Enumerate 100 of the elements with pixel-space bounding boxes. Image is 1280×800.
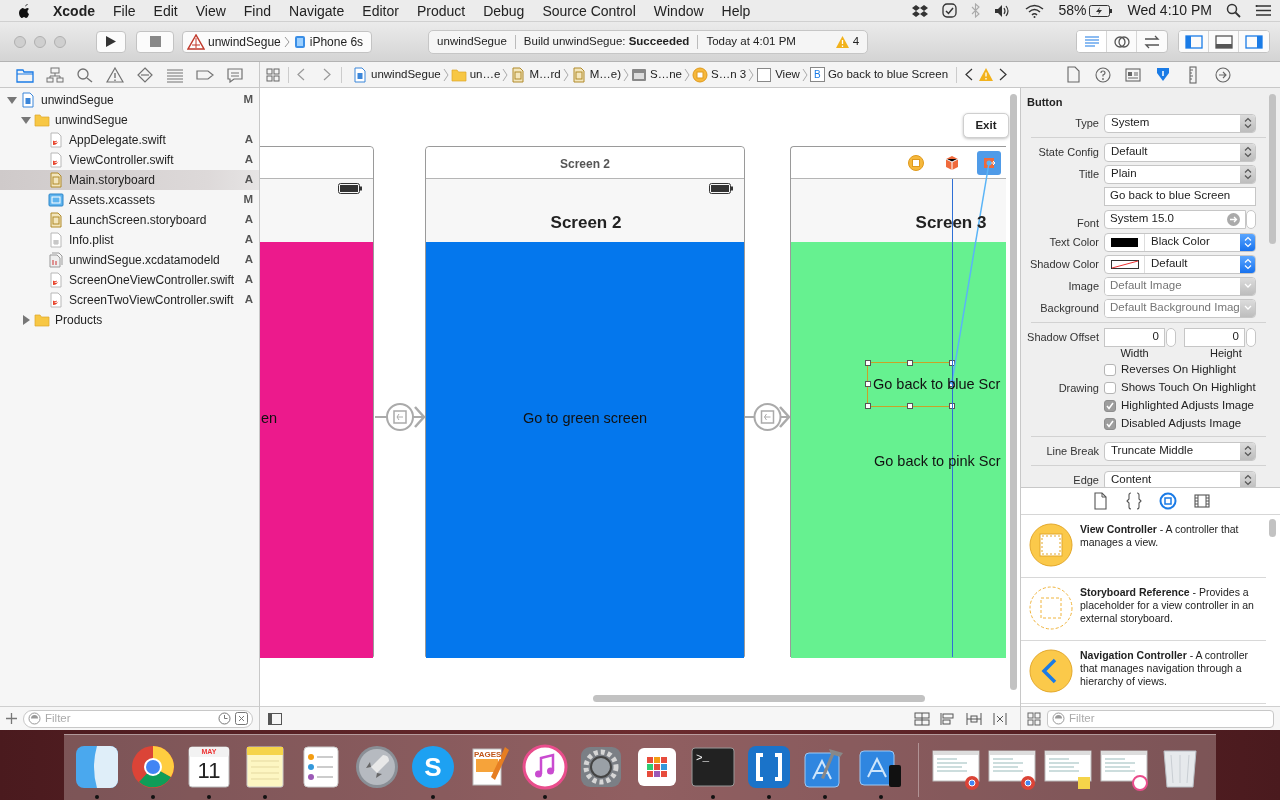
menu-item[interactable]: Window — [644, 0, 713, 22]
search-icon[interactable] — [1226, 3, 1241, 18]
file-tree-row[interactable]: Info.plist A — [0, 230, 259, 250]
scrollbar-thumb[interactable] — [1269, 94, 1276, 244]
checkbox-label[interactable]: Shows Touch On Highlight — [1121, 379, 1256, 397]
film-strip-icon[interactable] — [1192, 492, 1211, 510]
rocket-icon[interactable] — [353, 743, 401, 791]
id-card-icon[interactable] — [1124, 65, 1142, 84]
image-dropdown[interactable]: Default Background Imag — [1104, 298, 1256, 318]
menu-item[interactable]: Find — [234, 0, 281, 22]
file-tree-row[interactable]: AppDelegate.swift A — [0, 130, 259, 150]
page-icon[interactable] — [1064, 65, 1082, 84]
scene-frame[interactable]: Screen 2 Screen 2 Go to green screen — [425, 146, 745, 657]
file-tree-row[interactable]: Main.storyboard A — [0, 170, 259, 190]
file-tree-row[interactable]: ScreenTwoViewController.swift A — [0, 290, 259, 310]
dropdown[interactable]: Truncate Middle — [1104, 441, 1256, 461]
menu-item[interactable]: Edit — [144, 0, 187, 22]
file-tree-row[interactable]: unwindSegue — [0, 110, 259, 130]
resolve-icon[interactable] — [992, 711, 1008, 726]
disclosure-triangle-icon[interactable] — [20, 314, 32, 326]
breadcrumb[interactable]: un…e — [448, 65, 503, 84]
menu-item[interactable]: Xcode — [44, 0, 104, 22]
list-icon[interactable] — [1255, 4, 1272, 17]
breadcrumb[interactable]: B Go back to blue Screen — [807, 65, 951, 84]
breadcrumb[interactable]: M…e) — [568, 65, 623, 84]
dropdown[interactable]: Default — [1104, 142, 1256, 162]
disclosure-triangle-icon[interactable] — [6, 94, 18, 106]
file-tree-row[interactable]: LaunchScreen.storyboard A — [0, 210, 259, 230]
close-icon[interactable] — [235, 712, 248, 725]
scrollbar-thumb[interactable] — [1010, 94, 1017, 690]
file-tree-row[interactable]: ScreenOneViewController.swift A — [0, 270, 259, 290]
file-tree-row[interactable]: ViewController.swift A — [0, 150, 259, 170]
scrollbar-thumb[interactable] — [593, 695, 925, 702]
menu-item[interactable]: View — [186, 0, 235, 22]
warning-count[interactable]: 4 — [835, 32, 860, 51]
breadcrumb[interactable]: S…ne — [629, 65, 684, 84]
color-dropdown[interactable]: Default — [1104, 254, 1256, 274]
warning-icon[interactable] — [106, 66, 124, 83]
scene-frame[interactable]: en — [260, 146, 374, 657]
align-icon[interactable] — [940, 711, 956, 726]
hierarchy-icon[interactable] — [46, 66, 64, 83]
offset-field[interactable]: 0 — [1104, 327, 1165, 347]
wifi-icon[interactable] — [1025, 3, 1045, 18]
back-icon[interactable] — [965, 68, 974, 81]
diamond-icon[interactable] — [136, 66, 154, 83]
sidebar-toggle-icon[interactable] — [268, 712, 282, 725]
file-tree-row[interactable]: unwindSegue M — [0, 90, 259, 110]
help-icon[interactable] — [1094, 65, 1112, 84]
menu-item[interactable]: Navigate — [280, 0, 354, 22]
speaker-icon[interactable] — [994, 3, 1012, 18]
scene-button[interactable]: en — [261, 409, 278, 427]
box-cluster-icon[interactable] — [912, 3, 929, 18]
disclosure-triangle-icon[interactable] — [20, 114, 32, 126]
breadcrumb[interactable]: S…n 3 — [690, 65, 749, 84]
library-item[interactable]: Navigation Controller - A controller that manages navigation through a hierarchy of views. — [1021, 641, 1266, 704]
segmented-control[interactable] — [1178, 30, 1270, 53]
menu-item[interactable]: Product — [407, 0, 475, 22]
arrow-circle-icon[interactable] — [1227, 212, 1240, 226]
menu-clock[interactable]: Wed 4:10 PM — [1127, 0, 1212, 21]
split-square-icon[interactable] — [73, 743, 121, 791]
checkbox-label[interactable]: Disabled Adjusts Image — [1121, 415, 1242, 433]
segmented-control[interactable] — [1076, 30, 1168, 53]
dropdown[interactable]: Plain — [1104, 164, 1256, 184]
dropdown[interactable]: System — [1104, 113, 1256, 133]
filter-field[interactable]: Filter — [23, 709, 253, 728]
add-icon[interactable] — [6, 713, 17, 724]
braces-icon[interactable] — [1124, 492, 1143, 510]
menu-item[interactable]: Source Control — [533, 0, 645, 22]
grid-icon[interactable] — [266, 67, 280, 82]
pin-icon[interactable] — [966, 711, 982, 726]
panel-toggle[interactable] — [1179, 31, 1209, 52]
checkbox[interactable] — [1104, 364, 1116, 376]
file-tree-row[interactable]: Products — [0, 310, 259, 330]
file-tree-row[interactable]: Assets.xcassets M — [0, 190, 259, 210]
dropdown[interactable]: Content — [1104, 470, 1256, 487]
library-item[interactable]: Storyboard Reference - Provides a placeholder for a view controller in an external storyboard. — [1021, 578, 1266, 641]
breadcrumb[interactable]: View — [754, 65, 802, 84]
checkbox-label[interactable]: Reverses On Highlight — [1121, 361, 1237, 379]
menu-item[interactable]: Debug — [474, 0, 534, 22]
scheme-selector[interactable]: unwindSegue iPhone 6s — [182, 30, 373, 53]
battery-icon[interactable] — [1089, 4, 1114, 17]
image-dropdown[interactable]: Default Image — [1104, 276, 1256, 296]
checkbox[interactable] — [1104, 400, 1116, 412]
apple-logo-icon[interactable] — [18, 2, 32, 19]
title-field[interactable]: Go back to blue Screen — [1104, 186, 1256, 206]
checkbox-label[interactable]: Highlighted Adjusts Image — [1121, 397, 1254, 415]
clock-icon[interactable] — [218, 712, 231, 725]
menu-item[interactable]: Help — [712, 0, 760, 22]
stack-icon[interactable] — [914, 711, 930, 726]
folder-icon[interactable] — [16, 66, 34, 83]
grid-icon[interactable] — [1027, 711, 1041, 726]
color-dropdown[interactable]: Black Color — [1104, 232, 1256, 252]
bracket-square-icon[interactable] — [745, 743, 793, 791]
run-button[interactable] — [96, 30, 126, 53]
speech-bubble-icon[interactable] — [226, 66, 244, 83]
checkbox[interactable] — [1104, 418, 1116, 430]
arrow-circle-icon[interactable] — [1214, 65, 1232, 84]
breadcrumb[interactable]: M…rd — [508, 65, 563, 84]
library-item[interactable]: View Controller - A controller that manages a view. — [1021, 515, 1266, 578]
file-tree-row[interactable]: unwindSegue.xcdatamodeld A — [0, 250, 259, 270]
